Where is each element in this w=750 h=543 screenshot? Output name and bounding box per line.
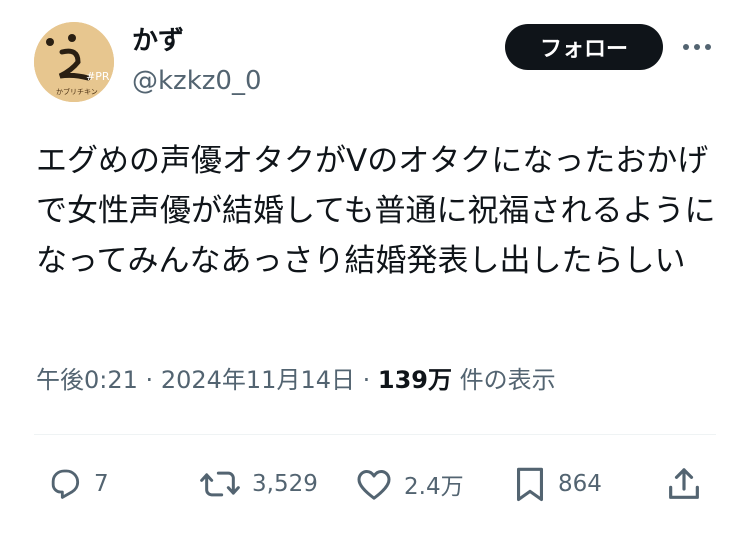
tweet-date[interactable]: 2024年11月14日 — [161, 366, 355, 394]
more-icon[interactable] — [681, 38, 713, 56]
reply-count: 7 — [94, 471, 109, 497]
tweet-time[interactable]: 午後0:21 — [36, 366, 138, 394]
user-handle[interactable]: @kzkz0_0 — [132, 64, 262, 98]
meta-separator: · — [145, 366, 154, 394]
retweet-icon — [200, 471, 240, 497]
avatar-pr-label: #PR — [86, 70, 110, 83]
tweet-meta: 午後0:21 · 2024年11月14日 · 139万 件の表示 — [36, 362, 556, 398]
like-button[interactable]: 2.4万 — [354, 462, 464, 506]
display-name[interactable]: かず — [132, 24, 184, 58]
reply-button[interactable]: 7 — [44, 462, 109, 506]
avatar-caption: かブリチキン — [56, 87, 98, 96]
meta-separator-2: · — [362, 366, 371, 394]
bookmark-icon — [516, 467, 544, 502]
bookmark-count: 864 — [558, 471, 602, 497]
divider — [34, 434, 716, 435]
tweet-text: エグめの声優オタクがVのオタクになったおかげで女性声優が結婚しても普通に祝福され… — [36, 143, 716, 279]
heart-icon — [357, 470, 391, 500]
views-label: 件の表示 — [459, 366, 556, 394]
bookmark-button[interactable]: 864 — [512, 462, 602, 506]
reply-icon — [51, 469, 80, 499]
retweet-count: 3,529 — [252, 471, 318, 497]
follow-button[interactable]: フォロー — [505, 24, 663, 70]
avatar-image: #PR かブリチキン — [34, 22, 114, 102]
retweet-button[interactable]: 3,529 — [198, 462, 318, 506]
views-count: 139万 — [377, 366, 453, 394]
avatar[interactable]: #PR かブリチキン — [34, 22, 114, 102]
share-icon — [669, 468, 699, 499]
like-count: 2.4万 — [404, 474, 464, 500]
share-button[interactable] — [664, 462, 704, 506]
